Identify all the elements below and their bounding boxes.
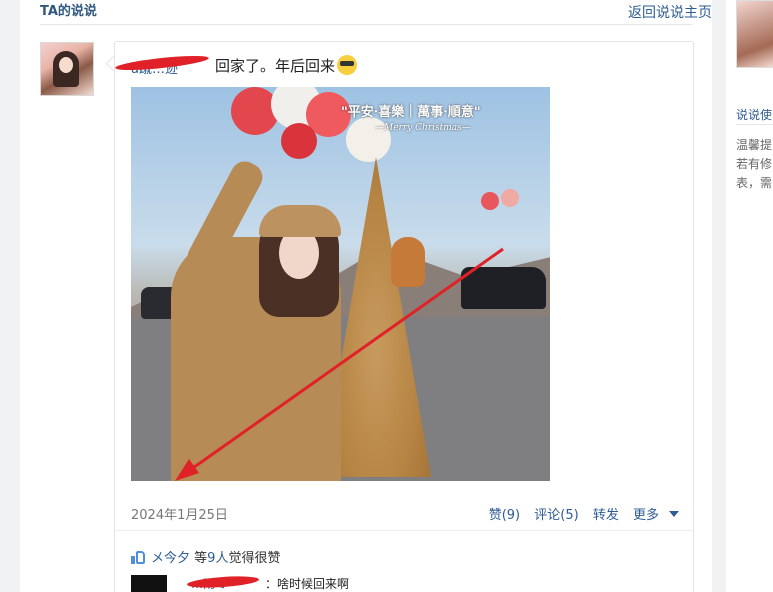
more-menu-button[interactable]: 更多 [633, 508, 679, 523]
liker-name[interactable]: メ今夕 [151, 551, 190, 566]
side-tip-line: 表，需 [736, 176, 773, 190]
feed-panel: TA的说说 返回说说主页 a蹴…迹 回家了。年后回来 "平安·喜樂｜萬事·順意"… [20, 0, 712, 592]
side-photo-thumbnail[interactable] [736, 0, 773, 68]
post-text: 回家了。年后回来 [215, 57, 336, 75]
share-button[interactable]: 转发 [593, 508, 619, 523]
header-divider [40, 24, 692, 25]
likes-count-link[interactable]: 9人 [207, 551, 228, 566]
author-avatar[interactable] [40, 42, 94, 96]
right-sidebar: 说说使 温馨提 若有修 表，需 [726, 0, 773, 592]
post-actions: 赞(9) 评论(5) 转发 更多 [479, 504, 679, 523]
post-card: a蹴…迹 回家了。年后回来 "平安·喜樂｜萬事·順意" —Merry Chris… [114, 41, 694, 592]
caret-down-icon [669, 511, 679, 517]
like-button[interactable]: 赞(9) [489, 508, 520, 523]
post-photo[interactable]: "平安·喜樂｜萬事·順意" —Merry Christmas— [131, 87, 550, 481]
page-title: TA的说说 [40, 4, 97, 19]
more-label: 更多 [632, 508, 659, 523]
post-date: 2024年1月25日 [131, 508, 228, 523]
side-divider [736, 124, 773, 125]
commenter-avatar[interactable] [131, 575, 167, 592]
meta-divider [115, 530, 693, 531]
thumbs-up-icon [131, 551, 145, 564]
post-content: 回家了。年后回来 [215, 55, 358, 76]
sunglasses-emoji-icon [337, 55, 358, 75]
back-to-home-link[interactable]: 返回说说主页 [628, 2, 712, 22]
red-arrow-annotation [175, 247, 504, 481]
side-tip-line: 温馨提 [736, 138, 773, 152]
side-tip-line: 若有修 [736, 157, 773, 171]
comment-text: ：啥时候回来啊 [265, 577, 350, 591]
side-heading: 说说使 [736, 108, 773, 122]
likes-summary: メ今夕 等9人觉得很赞 [131, 547, 280, 566]
comment-button[interactable]: 评论(5) [534, 508, 578, 523]
